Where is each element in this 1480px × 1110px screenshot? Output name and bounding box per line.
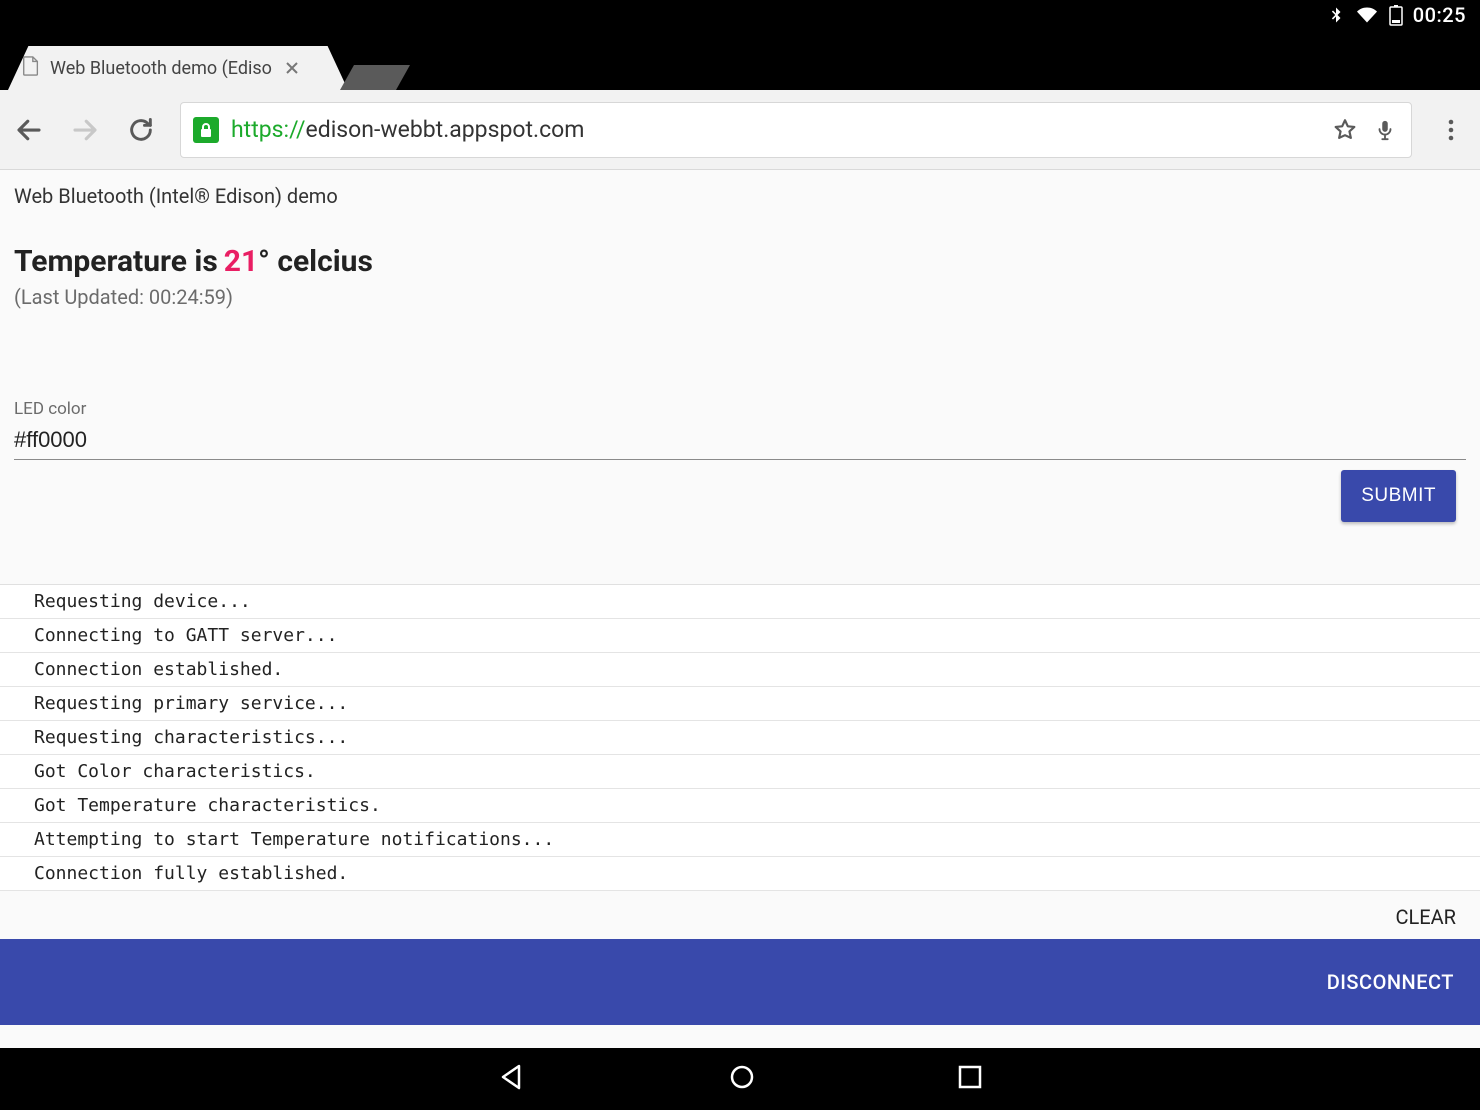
- nav-recent-icon[interactable]: [957, 1064, 983, 1094]
- url-host: edison-webbt.appspot.com: [306, 116, 585, 143]
- log-panel: Requesting device...Connecting to GATT s…: [0, 584, 1480, 891]
- url-bar[interactable]: https://edison-webbt.appspot.com: [180, 102, 1412, 158]
- log-line: Connection fully established.: [0, 856, 1480, 891]
- status-clock: 00:25: [1413, 3, 1466, 27]
- log-line: Connecting to GATT server...: [0, 618, 1480, 652]
- reload-button[interactable]: [124, 113, 158, 147]
- submit-button[interactable]: SUBMIT: [1341, 470, 1456, 522]
- file-icon: [22, 56, 40, 81]
- log-line: Requesting primary service...: [0, 686, 1480, 720]
- temperature-value: 21: [218, 244, 258, 279]
- led-color-field: LED color: [14, 399, 1466, 460]
- close-icon[interactable]: [282, 58, 302, 78]
- disconnect-bar: DISCONNECT: [0, 939, 1480, 1025]
- new-tab-button[interactable]: [340, 65, 410, 90]
- browser-tab[interactable]: Web Bluetooth demo (Ediso: [8, 46, 348, 90]
- menu-icon[interactable]: [1434, 113, 1468, 147]
- url-scheme: https://: [231, 116, 306, 143]
- page-content: Web Bluetooth (Intel® Edison) demo Tempe…: [0, 170, 1480, 1048]
- temperature-line: Temperature is 21 ° celcius: [14, 244, 1466, 279]
- page-subtitle: Web Bluetooth (Intel® Edison) demo: [14, 184, 1466, 208]
- clear-button[interactable]: CLEAR: [1395, 905, 1456, 929]
- tab-title: Web Bluetooth demo (Ediso: [50, 58, 272, 79]
- lock-icon: [193, 117, 219, 143]
- mic-icon[interactable]: [1371, 116, 1399, 144]
- led-color-label: LED color: [14, 399, 1466, 419]
- nav-home-icon[interactable]: [727, 1062, 757, 1096]
- log-line: Attempting to start Temperature notifica…: [0, 822, 1480, 856]
- log-line: Requesting device...: [0, 584, 1480, 618]
- star-icon[interactable]: [1331, 116, 1359, 144]
- battery-icon: [1389, 4, 1403, 26]
- log-line: Got Temperature characteristics.: [0, 788, 1480, 822]
- android-statusbar: 00:25: [0, 0, 1480, 30]
- log-line: Got Color characteristics.: [0, 754, 1480, 788]
- last-updated: (Last Updated: 00:24:59): [14, 285, 1466, 309]
- nav-back-icon[interactable]: [497, 1062, 527, 1096]
- toolbar: https://edison-webbt.appspot.com: [0, 90, 1480, 170]
- log-line: Connection established.: [0, 652, 1480, 686]
- log-line: Requesting characteristics...: [0, 720, 1480, 754]
- bluetooth-icon: [1327, 4, 1345, 26]
- forward-button[interactable]: [68, 113, 102, 147]
- disconnect-button[interactable]: DISCONNECT: [1327, 970, 1454, 994]
- led-color-input[interactable]: [14, 425, 1466, 460]
- temperature-suffix: ° celcius: [258, 244, 373, 279]
- wifi-icon: [1355, 5, 1379, 25]
- url-text: https://edison-webbt.appspot.com: [231, 116, 584, 143]
- tabstrip: Web Bluetooth demo (Ediso: [0, 30, 1480, 90]
- android-nav-bar: [0, 1048, 1480, 1110]
- temperature-prefix: Temperature is: [14, 244, 218, 279]
- back-button[interactable]: [12, 113, 46, 147]
